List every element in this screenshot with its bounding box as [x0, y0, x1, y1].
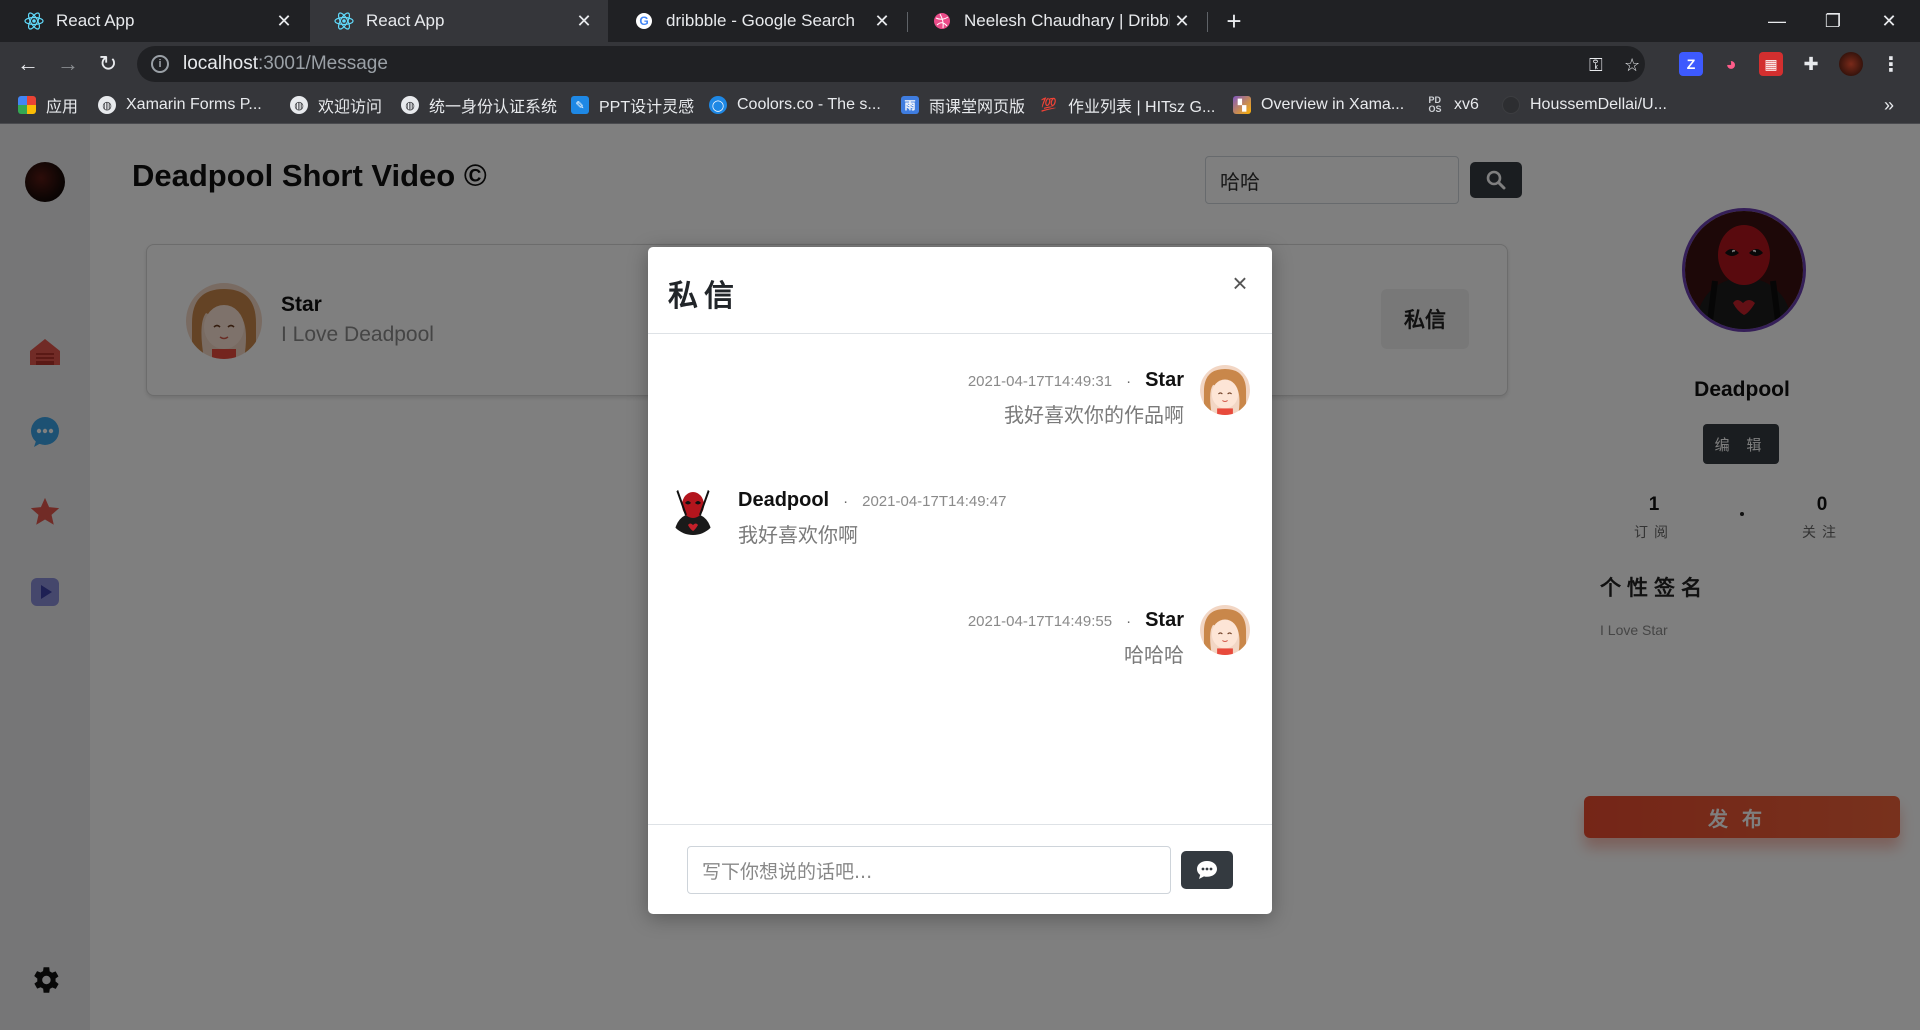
- close-tab-icon[interactable]: ✕: [572, 11, 596, 32]
- chat-send-icon: [1197, 861, 1217, 879]
- tab-dribbble-search[interactable]: G dribbble - Google Search ✕: [610, 0, 906, 42]
- react-icon: [334, 11, 354, 31]
- message-item: 2021-04-17T14:49:55 · Star 哈哈哈: [648, 605, 1272, 679]
- bookmark-rain-classroom[interactable]: 雨雨课堂网页版: [901, 86, 1025, 124]
- restore-icon[interactable]: ❐: [1805, 0, 1861, 42]
- avatar: [1200, 605, 1250, 655]
- new-tab-button[interactable]: +: [1218, 5, 1250, 37]
- message-text: 我好喜欢你的作品啊: [1004, 403, 1184, 427]
- tab-react-app-2[interactable]: React App ✕: [310, 0, 608, 42]
- react-icon: [24, 11, 44, 31]
- close-tab-icon[interactable]: ✕: [870, 11, 894, 32]
- bookmark-welcome[interactable]: ◍ 欢迎访问: [290, 86, 382, 124]
- feather-icon: ✎: [571, 96, 589, 114]
- xamarin-icon: ▚: [1233, 96, 1251, 114]
- apps-grid-icon: [18, 96, 36, 114]
- rain-class-icon: 雨: [901, 96, 919, 114]
- profile-avatar-icon[interactable]: [1839, 52, 1863, 76]
- bookmark-xamarin-overview[interactable]: ▚ Overview in Xama...: [1233, 86, 1404, 124]
- url-host: localhost: [183, 53, 258, 74]
- back-icon[interactable]: ←: [12, 48, 44, 80]
- svg-text:G: G: [639, 14, 648, 28]
- url-path: :3001/Message: [258, 53, 388, 74]
- tab-title: React App: [56, 11, 135, 30]
- message-meta: 2021-04-17T14:49:55 · Star: [968, 609, 1184, 632]
- message-text: 哈哈哈: [1124, 643, 1184, 667]
- send-message-button[interactable]: [1181, 851, 1233, 889]
- bookmarks-bar: 应用 ◍ Xamarin Forms P... ◍ 欢迎访问 ◍ 统一身份认证系统 ✎…: [0, 86, 1920, 124]
- globe-icon: ◍: [98, 96, 116, 114]
- github-icon: [1502, 96, 1520, 114]
- modal-title: 私信: [668, 279, 740, 314]
- bookmark-xv6[interactable]: PD OS xv6: [1426, 86, 1478, 124]
- dribbble-icon: [932, 11, 952, 31]
- bookmark-homework-list[interactable]: 💯 作业列表 | HITsz G...: [1040, 86, 1215, 124]
- bookmark-apps[interactable]: 应用: [18, 86, 78, 124]
- tab-separator: [1207, 12, 1208, 32]
- globe-icon: ◍: [290, 96, 308, 114]
- modal-header: 私信 ×: [648, 247, 1272, 334]
- bookmark-coolors[interactable]: ◯ Coolors.co - The s...: [709, 86, 881, 124]
- browser-toolbar: ← → ↻ i localhost:3001/Message ⚿ ☆ Z ◕ ▦…: [0, 42, 1920, 86]
- message-time: 2021-04-17T14:49:55: [967, 613, 1113, 630]
- message-sender: Star: [1145, 609, 1184, 631]
- bookmark-houssemdellai[interactable]: HoussemDellai/U...: [1502, 86, 1667, 124]
- tab-react-app-1[interactable]: React App ✕: [0, 0, 308, 42]
- z-extension-icon[interactable]: Z: [1679, 52, 1703, 76]
- message-sender: Deadpool: [738, 489, 830, 511]
- forward-icon[interactable]: →: [52, 48, 84, 80]
- browser-tab-bar: React App ✕ React App ✕ G dribbble - Goo…: [0, 0, 1920, 42]
- puzzle-game-extension-icon[interactable]: ▦: [1759, 52, 1783, 76]
- close-tab-icon[interactable]: ✕: [272, 11, 296, 32]
- cat-extension-icon[interactable]: ◕: [1719, 52, 1743, 76]
- tab-title: React App: [366, 11, 445, 30]
- avatar: [668, 485, 718, 535]
- message-time: 2021-04-17T14:49:31: [967, 373, 1113, 390]
- avatar: [1200, 365, 1250, 415]
- site-info-icon[interactable]: i: [151, 55, 169, 73]
- meta-separator: ·: [1126, 373, 1132, 390]
- tab-dribbble-neelesh[interactable]: Neelesh Chaudhary | Dribbble ✕: [908, 0, 1206, 42]
- menu-kebab-icon[interactable]: ⋮: [1879, 52, 1903, 76]
- message-input[interactable]: 写下你想说的话吧...: [687, 846, 1171, 894]
- extensions-icon[interactable]: ✚: [1799, 52, 1823, 76]
- message-item: 2021-04-17T14:49:31 · Star 我好喜欢你的作品啊: [648, 365, 1272, 439]
- private-message-modal: 私信 × 2021-04-17T14:49:31 · Star 我好喜欢你的作品…: [648, 247, 1272, 914]
- key-icon[interactable]: ⚿: [1589, 55, 1603, 76]
- hundred-icon: 💯: [1040, 97, 1058, 112]
- meta-separator: ·: [843, 493, 849, 510]
- close-tab-icon[interactable]: ✕: [1170, 11, 1194, 32]
- message-meta: Deadpool · 2021-04-17T14:49:47: [738, 489, 1006, 512]
- message-meta: 2021-04-17T14:49:31 · Star: [968, 369, 1184, 392]
- message-sender: Star: [1145, 369, 1184, 391]
- pdos-icon: PD OS: [1428, 95, 1442, 114]
- globe-icon: ◍: [401, 96, 419, 114]
- bookmark-ppt-design[interactable]: ✎ PPT设计灵感: [571, 86, 694, 124]
- modal-footer: 写下你想说的话吧...: [648, 824, 1272, 914]
- close-icon[interactable]: ×: [1228, 270, 1252, 296]
- minimize-icon[interactable]: —: [1749, 0, 1805, 42]
- bookmark-star-icon[interactable]: ☆: [1624, 55, 1640, 76]
- message-text: 我好喜欢你啊: [738, 523, 858, 547]
- address-bar[interactable]: i localhost:3001/Message ⚿ ☆: [137, 46, 1645, 82]
- bookmark-xamarin-forms[interactable]: ◍ Xamarin Forms P...: [98, 86, 262, 124]
- more-bookmarks-button[interactable]: »: [1884, 86, 1894, 124]
- tab-title: dribbble - Google Search: [666, 11, 856, 30]
- close-window-icon[interactable]: ✕: [1861, 0, 1917, 42]
- google-icon: G: [634, 11, 654, 31]
- reload-icon[interactable]: ↻: [92, 48, 124, 80]
- meta-separator: ·: [1126, 613, 1132, 630]
- coolors-icon: ◯: [709, 96, 727, 114]
- tab-title: Neelesh Chaudhary | Dribbble: [964, 11, 1170, 30]
- message-item: Deadpool · 2021-04-17T14:49:47 我好喜欢你啊: [648, 485, 1272, 559]
- bookmark-identity-system[interactable]: ◍ 统一身份认证系统: [401, 86, 557, 124]
- message-time: 2021-04-17T14:49:47: [862, 493, 1007, 510]
